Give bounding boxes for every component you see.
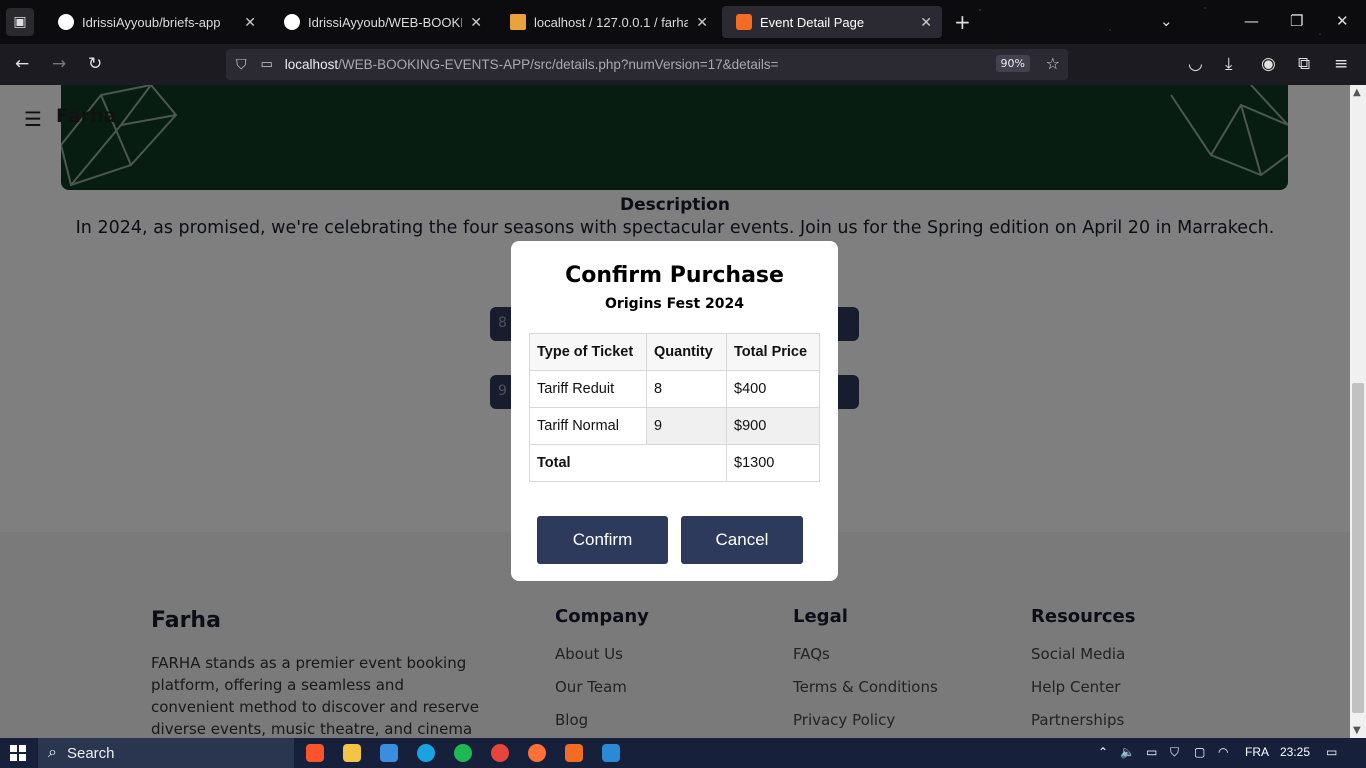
tab-list-chevron-icon[interactable]: ⌄ (1160, 12, 1173, 30)
tab-label: IdrissiAyyoub/briefs-app (82, 14, 221, 30)
tab-label: localhost / 127.0.0.1 / farha / ut (534, 14, 689, 30)
brave-icon[interactable] (306, 744, 324, 762)
tab-label: Event Detail Page (760, 14, 865, 30)
menu-icon[interactable]: ≡ (1334, 54, 1348, 74)
window-close-icon[interactable]: ✕ (1336, 12, 1349, 30)
page-scrollbar[interactable]: ▲ ▼ (1350, 85, 1366, 738)
url-path: /WEB-BOOKING-EVENTS-APP/src/details.php?… (338, 57, 779, 72)
extensions-icon[interactable]: ⧉ (1298, 54, 1310, 74)
display-icon[interactable]: ▢ (1194, 745, 1205, 759)
close-icon[interactable]: ✕ (244, 14, 256, 31)
address-bar[interactable]: ⛉ ▭ localhost/WEB-BOOKING-EVENTS-APP/src… (226, 49, 1068, 80)
shield-icon[interactable]: ⛉ (236, 57, 247, 73)
github-icon (284, 14, 300, 30)
notifications-icon[interactable]: ▭ (1326, 745, 1337, 759)
battery-icon[interactable]: ▭ (1146, 745, 1157, 759)
url-host: localhost (284, 57, 339, 72)
quantity-cell: 9 (646, 407, 727, 445)
windows-taskbar: ⌕ Search ⌃ 🔈 ▭ ⛉ ▢ ◠ FRA 23:25 ▭ (0, 738, 1366, 768)
tray-chevron-icon[interactable]: ⌃ (1098, 745, 1108, 759)
confirm-purchase-dialog: Confirm Purchase Origins Fest 2024 Type … (511, 241, 838, 581)
dialog-title: Confirm Purchase (565, 263, 784, 288)
vscode-icon[interactable] (602, 744, 620, 762)
downloads-icon[interactable]: ⤓ (1225, 54, 1233, 74)
total-value: $1300 (726, 444, 820, 482)
volume-icon[interactable]: 🔈 (1120, 745, 1135, 759)
price-cell: $400 (726, 370, 820, 408)
edge-icon[interactable] (417, 744, 435, 762)
bookmark-star-icon[interactable]: ☆ (1046, 54, 1060, 73)
tab-label: IdrissiAyyoub/WEB-BOOKING-E (308, 14, 463, 30)
back-icon[interactable]: ← (15, 54, 29, 74)
ticket-type-cell: Tariff Normal (529, 407, 647, 445)
browser-navbar: ← → ↻ ⛉ ▭ localhost/WEB-BOOKING-EVENTS-A… (0, 44, 1366, 85)
xampp-icon (736, 14, 752, 30)
minimize-icon[interactable]: — (1244, 12, 1259, 30)
browser-tabbar: ▣ IdrissiAyyoub/briefs-app ✕ IdrissiAyyo… (0, 0, 1366, 44)
github-icon (58, 14, 74, 30)
restore-icon[interactable]: ❐ (1290, 12, 1303, 30)
windows-start-icon[interactable] (10, 745, 26, 761)
taskbar-search[interactable]: ⌕ Search (38, 738, 294, 768)
confirm-button[interactable]: Confirm (537, 516, 668, 564)
url-text[interactable]: localhost/WEB-BOOKING-EVENTS-APP/src/det… (285, 57, 779, 72)
account-icon[interactable]: ◉ (1261, 54, 1276, 74)
close-icon[interactable]: ✕ (920, 14, 932, 31)
column-header: Total Price (726, 333, 820, 371)
pocket-icon[interactable]: ◡ (1188, 54, 1203, 74)
total-label: Total (529, 444, 727, 482)
scroll-down-icon[interactable]: ▼ (1353, 725, 1361, 736)
total-row: Total $1300 (529, 444, 820, 482)
clock[interactable]: 23:25 (1280, 745, 1310, 759)
cancel-button[interactable]: Cancel (681, 516, 803, 564)
price-cell: $900 (726, 407, 820, 445)
search-label: Search (66, 744, 115, 762)
tab-overview-icon[interactable]: ▣ (6, 8, 34, 36)
file-explorer-icon[interactable] (343, 744, 361, 762)
phpmyadmin-icon (510, 14, 526, 30)
dialog-event-name: Origins Fest 2024 (605, 296, 744, 312)
new-tab-icon[interactable]: + (954, 10, 971, 34)
close-icon[interactable]: ✕ (470, 14, 482, 31)
column-header: Quantity (646, 333, 727, 371)
spotify-icon[interactable] (454, 744, 472, 762)
table-row: Tariff Reduit 8 $400 (529, 370, 820, 408)
page-info-icon[interactable]: ▭ (261, 57, 273, 72)
tab-web-booking[interactable]: IdrissiAyyoub/WEB-BOOKING-E ✕ (270, 6, 492, 38)
security-icon[interactable]: ⛉ (1170, 745, 1179, 760)
forward-icon[interactable]: → (52, 54, 66, 74)
close-icon[interactable]: ✕ (696, 14, 708, 31)
scrollbar-thumb[interactable] (1352, 383, 1364, 713)
ticket-summary-table: Type of Ticket Quantity Total Price Tari… (529, 333, 820, 482)
table-row: Tariff Normal 9 $900 (529, 407, 820, 445)
chrome-icon[interactable] (491, 744, 509, 762)
zoom-indicator[interactable]: 90% (995, 55, 1030, 72)
xampp-icon[interactable] (565, 744, 583, 762)
scroll-up-icon[interactable]: ▲ (1353, 87, 1361, 98)
quantity-cell: 8 (646, 370, 727, 408)
table-header-row: Type of Ticket Quantity Total Price (529, 333, 820, 371)
tab-briefs-app[interactable]: IdrissiAyyoub/briefs-app ✕ (44, 6, 266, 38)
store-icon[interactable] (380, 744, 398, 762)
reload-icon[interactable]: ↻ (88, 54, 102, 74)
ticket-type-cell: Tariff Reduit (529, 370, 647, 408)
firefox-icon[interactable] (528, 744, 546, 762)
language-indicator[interactable]: FRA (1245, 745, 1269, 759)
wifi-icon[interactable]: ◠ (1218, 745, 1228, 759)
search-icon: ⌕ (48, 744, 57, 761)
tab-event-detail[interactable]: Event Detail Page ✕ (722, 6, 942, 38)
tab-phpmyadmin[interactable]: localhost / 127.0.0.1 / farha / ut ✕ (496, 6, 718, 38)
column-header: Type of Ticket (529, 333, 647, 371)
